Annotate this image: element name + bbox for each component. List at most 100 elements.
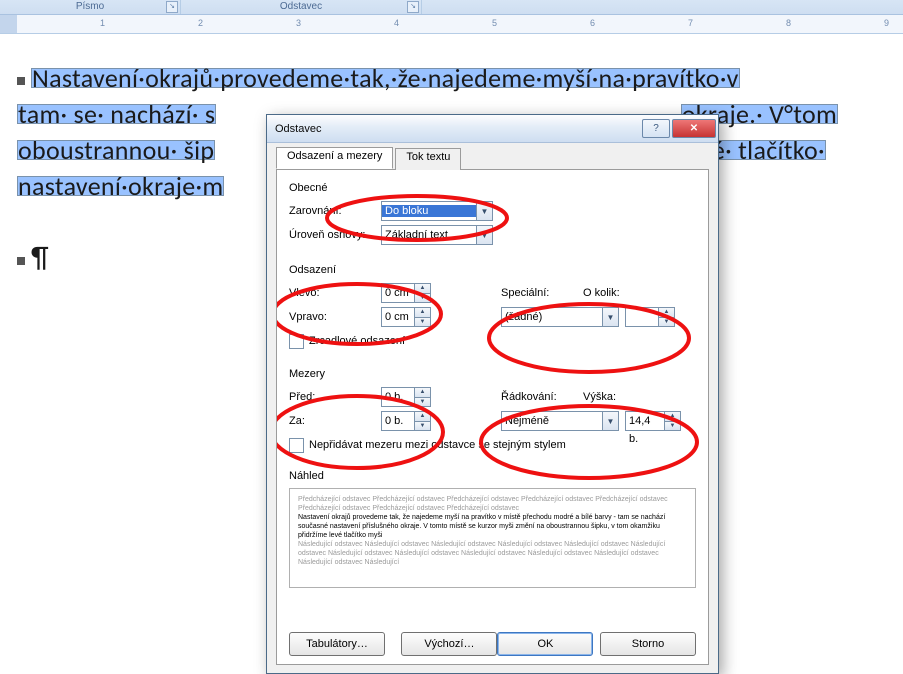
- spinner-value[interactable]: 14,4 b.: [626, 412, 664, 430]
- alignment-select[interactable]: Do bloku ▼: [381, 201, 493, 221]
- ruler-number: 6: [590, 18, 595, 28]
- ruler-number: 2: [198, 18, 203, 28]
- preview-context-text: Následující odstavec Následující odstave…: [298, 540, 687, 567]
- close-button[interactable]: ✕: [672, 119, 716, 138]
- indent-right-spinner[interactable]: 0 cm ▲▼: [381, 307, 431, 327]
- list-bullet-icon: [17, 257, 25, 265]
- outline-level-select[interactable]: Základní text ▼: [381, 225, 493, 245]
- dialog-body: Odsazení a mezery Tok textu Obecné Zarov…: [276, 147, 709, 664]
- ribbon-group-label: Odstavec: [280, 1, 322, 12]
- section-heading: Obecné: [289, 182, 696, 194]
- section-spacing: Mezery Před: 0 b. ▲▼ Řádkování: Výška: Z…: [289, 368, 696, 456]
- list-bullet-icon: [17, 77, 25, 85]
- tab-label: Tok textu: [406, 151, 450, 163]
- dialog-launcher-icon[interactable]: ↘: [407, 1, 419, 13]
- indent-right-label: Vpravo:: [289, 311, 381, 323]
- indent-left-label: Vlevo:: [289, 287, 381, 299]
- selected-text[interactable]: nastavení·okraje·m: [17, 176, 224, 196]
- button-label: Výchozí…: [424, 638, 474, 650]
- spinner-value[interactable]: [626, 308, 658, 326]
- tab-label: Odsazení a mezery: [287, 150, 382, 162]
- line-spacing-at-label: Výška:: [583, 391, 643, 403]
- dialog-launcher-icon[interactable]: ↘: [166, 1, 178, 13]
- ribbon-group-label: Písmo: [76, 1, 104, 12]
- section-heading: Odsazení: [289, 264, 696, 276]
- dialog-titlebar[interactable]: Odstavec ? ✕: [267, 115, 718, 143]
- indent-by-spinner[interactable]: ▲▼: [625, 307, 675, 327]
- section-heading: Náhled: [289, 470, 696, 482]
- tab-panel: Obecné Zarovnání: Do bloku ▼ Úroveň osno…: [276, 170, 709, 665]
- ruler-number: 8: [786, 18, 791, 28]
- outline-level-label: Úroveň osnovy:: [289, 229, 381, 241]
- space-after-label: Za:: [289, 415, 381, 427]
- spin-up-icon[interactable]: ▲: [415, 388, 430, 398]
- space-after-spinner[interactable]: 0 b. ▲▼: [381, 411, 431, 431]
- no-space-same-style-checkbox[interactable]: [289, 438, 304, 453]
- button-label: OK: [537, 638, 553, 650]
- ruler-left-margin[interactable]: [0, 15, 17, 33]
- indent-left-spinner[interactable]: 0 cm ▲▼: [381, 283, 431, 303]
- selected-text[interactable]: tam· se· nachází· s: [17, 104, 216, 124]
- selected-text[interactable]: Nastavení·okrajů·provedeme·tak,·že·najed…: [31, 68, 740, 88]
- no-space-same-style-label: Nepřidávat mezeru mezi odstavce se stejn…: [309, 439, 566, 451]
- ruler-number: 3: [296, 18, 301, 28]
- section-preview: Náhled Předcházející odstavec Předcházej…: [289, 470, 696, 588]
- spin-down-icon[interactable]: ▼: [415, 422, 430, 431]
- space-before-label: Před:: [289, 391, 381, 403]
- selected-text[interactable]: oboustrannou· šip: [17, 140, 215, 160]
- spin-down-icon[interactable]: ▼: [415, 318, 430, 327]
- horizontal-ruler[interactable]: 1 2 3 4 5 6 7 8 9: [0, 15, 903, 34]
- dialog-title: Odstavec: [275, 123, 321, 135]
- spinner-value[interactable]: 0 b.: [382, 412, 414, 430]
- chevron-down-icon[interactable]: ▼: [602, 412, 618, 430]
- mirror-indents-checkbox[interactable]: [289, 334, 304, 349]
- ribbon-group-font: Písmo ↘: [0, 0, 181, 14]
- spin-up-icon[interactable]: ▲: [415, 284, 430, 294]
- tab-line-breaks[interactable]: Tok textu: [395, 148, 461, 170]
- button-label: Storno: [632, 638, 664, 650]
- spin-up-icon[interactable]: ▲: [415, 308, 430, 318]
- spin-down-icon[interactable]: ▼: [415, 294, 430, 303]
- preview-box: Předcházející odstavec Předcházející ods…: [289, 488, 696, 588]
- spin-up-icon[interactable]: ▲: [659, 308, 674, 318]
- chevron-down-icon[interactable]: ▼: [476, 202, 492, 220]
- alignment-label: Zarovnání:: [289, 205, 381, 217]
- tab-indents-spacing[interactable]: Odsazení a mezery: [276, 147, 393, 169]
- spin-up-icon[interactable]: ▲: [665, 412, 680, 422]
- pilcrow-mark: ¶: [31, 239, 49, 276]
- help-button[interactable]: ?: [642, 119, 670, 138]
- section-general: Obecné Zarovnání: Do bloku ▼ Úroveň osno…: [289, 182, 696, 246]
- paragraph-dialog: Odstavec ? ✕ Odsazení a mezery Tok textu…: [266, 114, 719, 674]
- select-value: Základní text: [382, 229, 476, 241]
- spin-down-icon[interactable]: ▼: [415, 398, 430, 407]
- ok-button[interactable]: OK: [497, 632, 593, 656]
- ribbon-groups: Písmo ↘ Odstavec ↘: [0, 0, 903, 15]
- cancel-button[interactable]: Storno: [600, 632, 696, 656]
- space-before-spinner[interactable]: 0 b. ▲▼: [381, 387, 431, 407]
- section-indentation: Odsazení Vlevo: 0 cm ▲▼ Speciální: O kol…: [289, 264, 696, 352]
- special-indent-select[interactable]: (žádné) ▼: [501, 307, 619, 327]
- line-spacing-at-spinner[interactable]: 14,4 b. ▲▼: [625, 411, 681, 431]
- select-value: (žádné): [502, 311, 602, 323]
- chevron-down-icon[interactable]: ▼: [476, 226, 492, 244]
- default-button[interactable]: Výchozí…: [401, 632, 497, 656]
- chevron-down-icon[interactable]: ▼: [602, 308, 618, 326]
- spin-down-icon[interactable]: ▼: [665, 422, 680, 431]
- select-value: Do bloku: [382, 205, 476, 217]
- mirror-indents-label: Zrcadlové odsazení: [309, 335, 405, 347]
- select-value: Nejméně: [502, 415, 602, 427]
- spin-down-icon[interactable]: ▼: [659, 318, 674, 327]
- tabs-button[interactable]: Tabulátory…: [289, 632, 385, 656]
- spin-up-icon[interactable]: ▲: [415, 412, 430, 422]
- special-indent-label: Speciální:: [501, 287, 583, 299]
- ruler-number: 5: [492, 18, 497, 28]
- button-label: Tabulátory…: [306, 638, 368, 650]
- ruler-number: 1: [100, 18, 105, 28]
- spinner-value[interactable]: 0 cm: [382, 284, 414, 302]
- spinner-value[interactable]: 0 b.: [382, 388, 414, 406]
- preview-body-text: Nastavení okrajů provedeme tak, že najed…: [298, 513, 687, 540]
- line-spacing-select[interactable]: Nejméně ▼: [501, 411, 619, 431]
- document-page[interactable]: Nastavení·okrajů·provedeme·tak,·že·najed…: [0, 34, 903, 674]
- spinner-value[interactable]: 0 cm: [382, 308, 414, 326]
- section-heading: Mezery: [289, 368, 696, 380]
